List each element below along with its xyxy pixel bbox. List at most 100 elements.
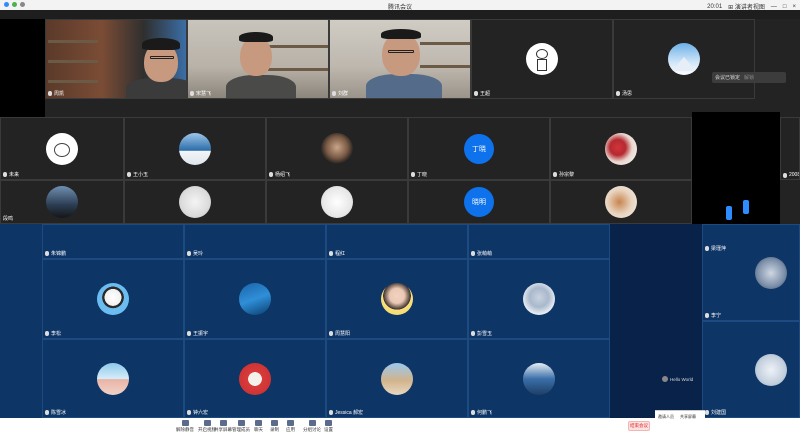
participant-name: 周凯 [48, 90, 64, 97]
avatar [523, 283, 555, 315]
chat-button[interactable]: 聊天 [254, 420, 263, 433]
avatar [321, 132, 353, 165]
mic-icon [471, 251, 475, 256]
participant-tile[interactable]: 朱锦鹏 [42, 224, 184, 259]
participant-tile[interactable]: 晓明 [408, 180, 550, 224]
participant-tile[interactable]: 段鸣 [0, 180, 124, 224]
share-screen-mini-button[interactable]: 共享屏幕 [680, 414, 696, 432]
mic-icon [616, 91, 620, 96]
mic-icon [474, 91, 478, 96]
mic-icon [187, 410, 191, 415]
floating-panel: 邀请人员 共享屏幕 [655, 410, 705, 435]
participant-name: Jessica 郝宏 [329, 409, 363, 416]
mic-icon [783, 172, 787, 178]
mic-icon [45, 331, 49, 336]
participant-tile[interactable] [550, 180, 692, 224]
participant-tile[interactable]: 孙宗黎 [550, 117, 692, 180]
participant-tile[interactable]: 20080 [780, 117, 800, 180]
camera-icon [203, 420, 211, 426]
scroll-handle[interactable] [726, 206, 732, 220]
participant-tile[interactable]: 何鹏飞 [468, 339, 610, 418]
mic-icon [705, 246, 709, 251]
participant-tile[interactable]: 陈雪冰 [42, 339, 184, 418]
participant-tile[interactable]: 周慧阳 [326, 259, 468, 339]
participant-tile[interactable]: 李松 [42, 259, 184, 339]
avatar [46, 132, 78, 165]
share-screen-button[interactable]: 共享屏幕 [214, 420, 232, 433]
participant-tile[interactable]: 王小玉 [124, 117, 266, 180]
participant-tile[interactable]: 刘建国 [702, 321, 800, 418]
window-titlebar: 腾讯会议 20:01 ⊞ 演讲者视图 — □ × [0, 0, 800, 11]
screen-share-panel [692, 112, 780, 224]
meeting-lock-banner[interactable]: 会议已锁定 解锁 [712, 72, 786, 83]
record-button[interactable]: 录制 [270, 420, 279, 433]
participant-tile[interactable]: 吴玲 [184, 224, 326, 259]
participant-tile[interactable]: 钟六宏 [184, 339, 326, 418]
mic-icon [127, 172, 131, 177]
participant-tile[interactable]: 张萌萌 [468, 224, 610, 259]
mic-icon [187, 251, 191, 256]
participant-tile[interactable]: 丁晓 丁晓 [408, 117, 550, 180]
mic-icon [269, 172, 273, 177]
participant-name: 刘群 [332, 90, 348, 97]
avatar [381, 283, 413, 315]
participant-tile[interactable]: 梁瑾萍 李宁 [702, 224, 800, 321]
apps-button[interactable]: 应用 [286, 420, 295, 433]
avatar: 丁晓 [464, 133, 494, 164]
participant-name: 王振宇 [187, 330, 208, 337]
participant-name: 张萌萌 [471, 250, 492, 257]
participant-name: 梁瑾萍 [705, 245, 726, 252]
participant-tile[interactable]: 程红 [326, 224, 468, 259]
chat-icon [662, 376, 668, 382]
participant-name: 刘建国 [705, 409, 726, 416]
minimize-button[interactable]: — [771, 4, 777, 10]
participant-tile[interactable] [124, 180, 266, 224]
avatar [523, 362, 555, 395]
mic-icon [332, 91, 336, 96]
video-tile[interactable]: 周凯 [45, 19, 187, 99]
video-tile[interactable]: 刘群 [329, 19, 471, 99]
participant-name: 彭雪玉 [471, 330, 492, 337]
gallery-dark-section: 周凯 宋慧飞 刘群 王超 汤思 会议已锁定 解锁 未来 王小玉 杨绍飞 丁晓 丁… [0, 19, 800, 224]
participant-name: 王小玉 [127, 171, 148, 178]
participant-tile[interactable]: 彭雪玉 [468, 259, 610, 339]
avatar [179, 132, 211, 165]
participant-tile[interactable]: 王振宇 [184, 259, 326, 339]
avatar [755, 256, 787, 289]
gear-icon [325, 420, 332, 426]
participant-tile[interactable]: Jessica 郝宏 [326, 339, 468, 418]
participant-tile[interactable]: 王超 [471, 19, 613, 99]
avatar [179, 186, 211, 218]
participant-name: 吴玲 [187, 250, 203, 257]
maximize-button[interactable]: □ [783, 4, 787, 10]
avatar [239, 283, 271, 315]
settings-button[interactable]: 设置 [324, 420, 333, 433]
breakout-button[interactable]: 分组讨论 [303, 420, 321, 433]
mic-icon [190, 91, 194, 96]
participant-tile[interactable] [266, 180, 408, 224]
close-button[interactable]: × [792, 4, 796, 10]
mic-icon [181, 420, 189, 426]
manage-members-button[interactable]: 管理成员 [232, 420, 250, 433]
participant-name: 李宁 [705, 312, 721, 319]
mic-icon [471, 410, 475, 415]
chat-preview[interactable]: Hello World [662, 376, 693, 382]
participant-name: 钟六宏 [187, 409, 208, 416]
participant-tile[interactable]: 汤思 [613, 19, 755, 99]
mic-icon [45, 410, 49, 415]
participant-tile[interactable]: 未来 [0, 117, 124, 180]
mic-icon [411, 172, 415, 177]
participant-tile[interactable]: 杨绍飞 [266, 117, 408, 180]
scroll-handle[interactable] [743, 200, 749, 214]
unmute-button[interactable]: 解除静音 [176, 420, 194, 433]
apps-icon [287, 420, 294, 426]
video-tile[interactable]: 宋慧飞 [187, 19, 329, 99]
invite-button[interactable]: 邀请人员 [658, 414, 674, 432]
view-toggle-button[interactable]: ⊞ 演讲者视图 [728, 2, 765, 11]
participant-name: 杨绍飞 [269, 171, 290, 178]
participant-name: 周慧阳 [329, 330, 350, 337]
end-meeting-button[interactable]: 结束会议 [628, 421, 650, 431]
participant-name: 李松 [45, 330, 61, 337]
mic-icon [329, 251, 333, 256]
mic-icon [45, 251, 49, 256]
